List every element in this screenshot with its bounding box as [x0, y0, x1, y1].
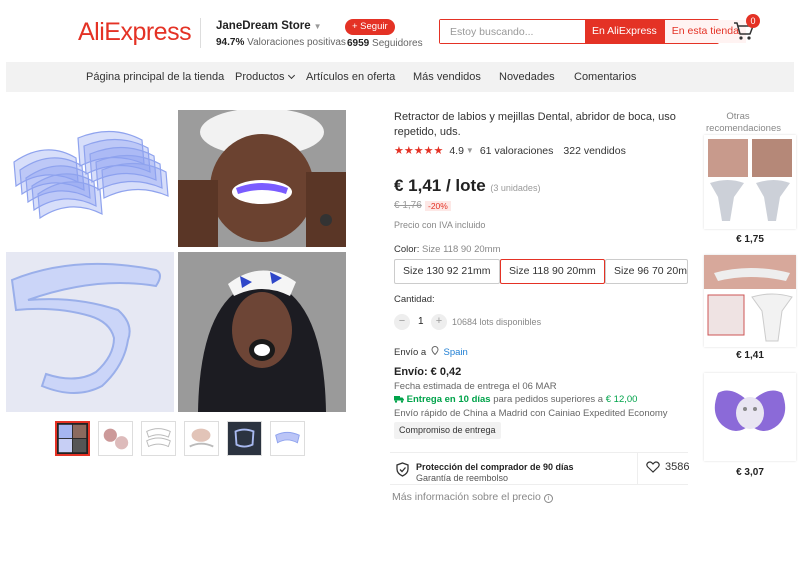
product-price: € 1,41 / lote (3 unidades)	[394, 176, 541, 195]
rating-value[interactable]: 4.9	[449, 145, 464, 157]
nav-item-sale[interactable]: Artículos en oferta	[306, 71, 395, 83]
recommendation-card-3[interactable]	[704, 373, 796, 461]
search-aliexpress-button[interactable]: En AliExpress	[585, 20, 664, 43]
ship-to: Envío a Spain	[394, 345, 468, 358]
tax-note: Precio con IVA incluido	[394, 220, 486, 230]
thumbnail-5[interactable]	[227, 421, 262, 456]
nav-item-products[interactable]: Productos	[235, 71, 295, 83]
store-name[interactable]: JaneDream Store ▼	[216, 20, 322, 32]
location-pin-icon	[431, 345, 439, 356]
heart-icon[interactable]	[646, 461, 660, 473]
product-title: Retractor de labios y mejillas Dental, a…	[394, 111, 676, 138]
discount-badge: -20%	[425, 201, 451, 211]
protection-subtitle: Garantía de reembolso	[416, 473, 509, 483]
nav-item-reviews[interactable]: Comentarios	[574, 71, 636, 83]
ship-to-country[interactable]: Spain	[444, 347, 468, 358]
thumbnail-2[interactable]	[98, 421, 133, 456]
nav-item-home[interactable]: Página principal de la tienda	[86, 71, 224, 83]
original-price: € 1,76	[394, 200, 422, 211]
chevron-down-icon[interactable]: ▼	[314, 22, 322, 31]
shipping-price: Envío: € 0,42	[394, 366, 462, 378]
chevron-down-icon	[287, 71, 295, 80]
size-option-96[interactable]: Size 96 70 20mm	[605, 259, 688, 284]
recommendation-card-1[interactable]	[704, 135, 796, 229]
recommendation-price-1: € 1,75	[736, 234, 764, 245]
follow-button[interactable]: + Seguir	[345, 19, 395, 35]
store-rating: 94.7% Valoraciones positivas	[216, 37, 346, 48]
recommendation-price-2: € 1,41	[736, 350, 764, 361]
search-bar: En AliExpress En esta tienda	[439, 19, 746, 44]
size-option-118-selected[interactable]: Size 118 90 20mm	[500, 259, 605, 284]
thumbnail-3[interactable]	[141, 421, 176, 456]
nav-item-new[interactable]: Novedades	[499, 71, 555, 83]
fast-delivery: Entrega en 10 días para pedidos superior…	[394, 394, 637, 405]
quantity-decrease-button[interactable]: −	[394, 314, 410, 330]
available-stock: 10684 lots disponibles	[452, 317, 542, 327]
size-option-130[interactable]: Size 130 92 21mm	[394, 259, 500, 284]
delivery-date: Fecha estimada de entrega el 06 MAR	[394, 381, 557, 392]
shipping-route: Envío rápido de China a Madrid con Caini…	[394, 408, 668, 419]
product-image-model-teeth[interactable]	[178, 110, 346, 247]
thumbnail-6[interactable]	[270, 421, 305, 456]
info-icon: i	[543, 494, 553, 503]
rating-stars: ★★★★★	[394, 145, 444, 157]
cart-count-badge: 0	[746, 14, 760, 28]
rating-row: ★★★★★ 4.9 ▼ 61 valoraciones 322 vendidos	[394, 144, 626, 158]
quantity-label: Cantidad:	[394, 294, 435, 305]
reviews-count[interactable]: 61 valoraciones	[480, 145, 554, 157]
recommendations-title: Otras recomendaciones	[706, 111, 781, 134]
nav-item-bestsellers[interactable]: Más vendidos	[413, 71, 481, 83]
search-input[interactable]	[440, 20, 585, 43]
divider	[637, 452, 638, 485]
protection-title[interactable]: Protección del comprador de 90 días	[416, 462, 574, 472]
wishlist-count[interactable]: 3586	[665, 461, 689, 473]
delivery-commitment-badge[interactable]: Compromiso de entrega	[394, 422, 501, 439]
quantity-increase-button[interactable]: +	[431, 314, 447, 330]
color-label: Color: Size 118 90 20mm	[394, 244, 501, 255]
thumbnail-1[interactable]	[55, 421, 90, 456]
thumbnail-4[interactable]	[184, 421, 219, 456]
more-price-info-link[interactable]: Más información sobre el precio i	[392, 491, 553, 503]
header-divider	[200, 18, 201, 48]
product-image-retractor-closeup[interactable]	[6, 252, 174, 412]
aliexpress-logo[interactable]: AliExpress	[78, 18, 192, 47]
shield-check-icon	[396, 462, 409, 477]
followers-count: 6959 Seguidores	[347, 38, 423, 49]
product-image-stacked-retractors[interactable]	[6, 110, 174, 247]
store-header: AliExpress JaneDream Store ▼ 94.7% Valora…	[0, 0, 800, 62]
store-nav: Página principal de la tienda Productos …	[6, 62, 794, 92]
quantity-value[interactable]: 1	[418, 316, 424, 327]
recommendation-price-3: € 3,07	[736, 467, 764, 478]
product-image-model-hoodie[interactable]	[178, 252, 346, 412]
sold-count: 322 vendidos	[563, 144, 626, 157]
recommendation-card-2[interactable]	[704, 255, 796, 347]
chevron-down-icon[interactable]: ▼	[466, 146, 474, 155]
truck-icon	[394, 396, 404, 403]
